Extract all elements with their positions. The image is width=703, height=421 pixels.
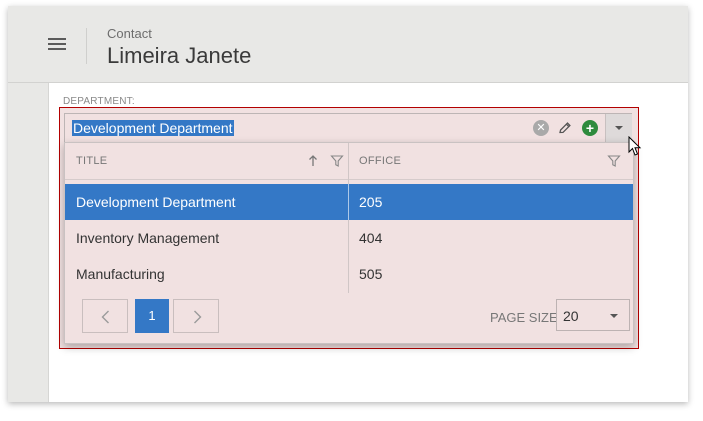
page-size-value: 20 xyxy=(563,308,579,324)
department-lookup[interactable]: Development Department ✕ + xyxy=(64,113,632,143)
previous-page-button[interactable] xyxy=(82,299,128,333)
clear-icon[interactable]: ✕ xyxy=(533,120,549,136)
cell-title: Development Department xyxy=(76,194,236,210)
table-row[interactable]: Manufacturing 505 xyxy=(65,256,633,292)
cell-office: 205 xyxy=(359,194,383,210)
next-page-button[interactable] xyxy=(173,299,219,333)
page-button-current[interactable]: 1 xyxy=(135,299,169,333)
app-header: Contact Limeira Janete xyxy=(8,6,688,83)
cell-office: 404 xyxy=(359,230,383,246)
department-input-text[interactable]: Development Department xyxy=(72,120,234,136)
column-header-office[interactable]: OFFICE xyxy=(359,143,401,179)
filter-icon[interactable] xyxy=(330,154,344,168)
mouse-cursor-icon xyxy=(628,136,642,156)
left-sidebar xyxy=(8,83,49,402)
lookup-dropdown: TITLE OFFICE Development Department 205 … xyxy=(64,142,634,344)
chevron-left-icon xyxy=(101,310,109,324)
cell-title: Manufacturing xyxy=(76,266,165,282)
page-subtitle: Contact xyxy=(107,26,152,41)
cell-title: Inventory Management xyxy=(76,230,220,246)
cell-separator xyxy=(348,184,349,220)
edit-icon[interactable] xyxy=(557,120,573,136)
table-row[interactable]: Development Department 205 xyxy=(65,184,633,220)
department-label: DEPARTMENT: xyxy=(63,96,135,107)
chevron-right-icon xyxy=(194,310,202,324)
filter-icon[interactable] xyxy=(607,154,621,168)
table-row[interactable]: Inventory Management 404 xyxy=(65,220,633,256)
cell-office: 505 xyxy=(359,266,383,282)
add-icon[interactable]: + xyxy=(582,120,598,136)
header-separator xyxy=(65,179,633,180)
page-title: Limeira Janete xyxy=(107,43,252,68)
sort-ascending-icon[interactable] xyxy=(306,154,320,168)
header-divider xyxy=(86,28,87,64)
column-header-title[interactable]: TITLE xyxy=(76,143,107,179)
menu-icon[interactable] xyxy=(48,36,68,52)
page-size-select[interactable]: 20 xyxy=(556,299,630,331)
page-size-label: PAGE SIZE xyxy=(490,310,558,325)
